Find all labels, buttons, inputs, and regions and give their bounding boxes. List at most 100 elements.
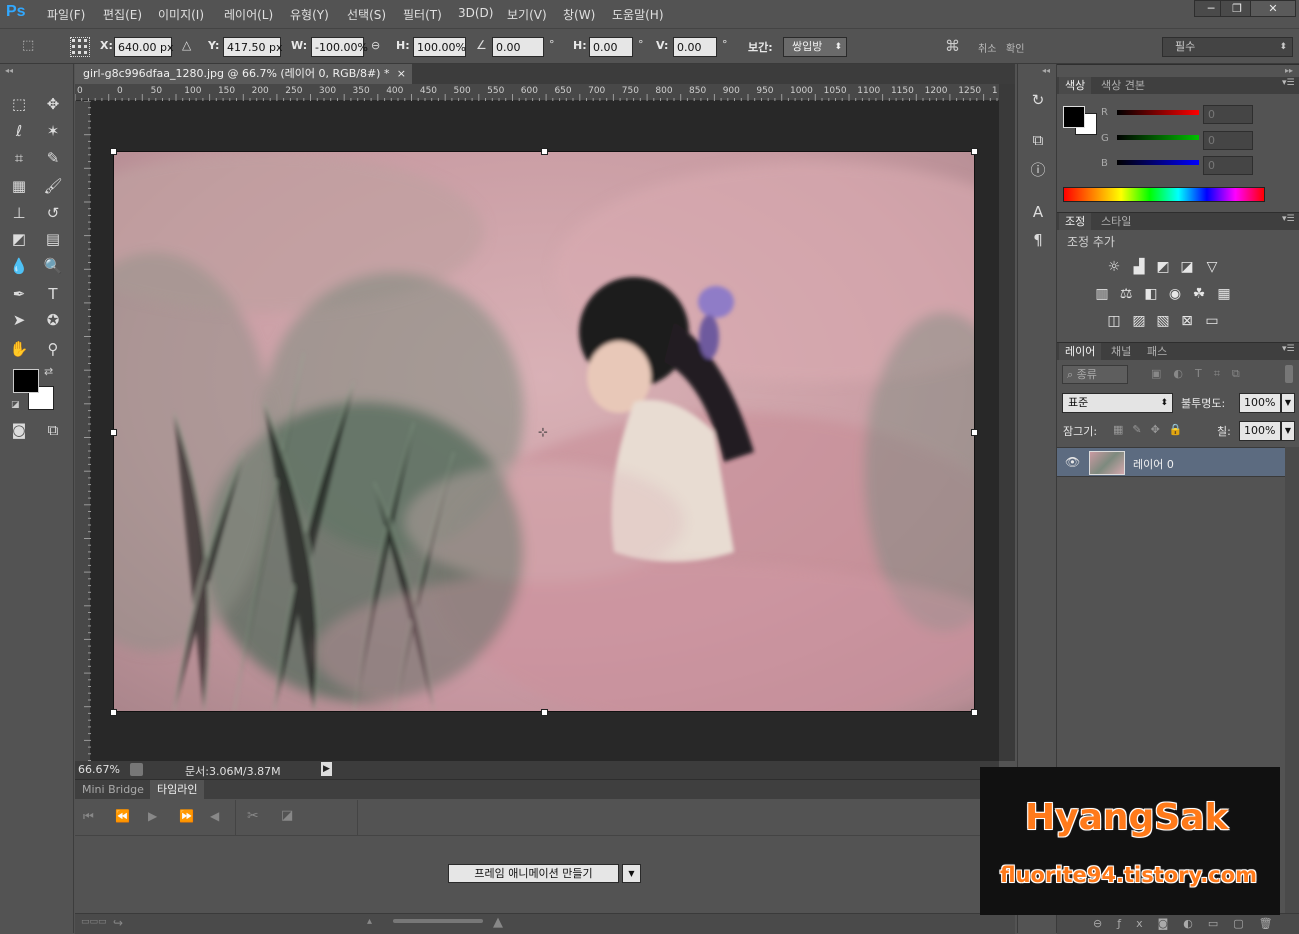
transition-icon[interactable]: ◪ xyxy=(281,808,293,823)
status-icon[interactable] xyxy=(130,763,143,776)
lasso-tool-icon[interactable]: ℓ xyxy=(6,118,32,144)
transform-handle-top-right[interactable] xyxy=(971,148,978,155)
vibrance-icon[interactable]: ▽ xyxy=(1202,257,1222,277)
tab-channels[interactable]: 채널 xyxy=(1105,343,1137,360)
photo-filter-icon[interactable]: ◉ xyxy=(1165,284,1185,304)
menu-layer[interactable]: 레이어(L) xyxy=(224,6,273,23)
layer-row[interactable]: 👁 레이어 0 xyxy=(1057,447,1285,477)
transform-handle-left[interactable] xyxy=(110,429,117,436)
transform-handle-top[interactable] xyxy=(541,148,548,155)
adjust-panel-menu-icon[interactable]: ▾☰ xyxy=(1282,214,1295,224)
screen-mode-icon[interactable]: ⧉ xyxy=(40,417,66,443)
restore-button[interactable]: ❐ xyxy=(1220,0,1254,17)
interpolation-select[interactable]: 쌍입방 ⬍ xyxy=(783,37,847,57)
blend-mode-select[interactable]: 표준 ⬍ xyxy=(1062,393,1173,413)
collapse-dock-icon[interactable]: ◂◂ xyxy=(1042,66,1050,75)
vskew-field[interactable]: 0.00 xyxy=(673,37,717,57)
dodge-tool-icon[interactable]: 🔍 xyxy=(40,253,66,279)
transform-handle-top-left[interactable] xyxy=(110,148,117,155)
layer-name[interactable]: 레이어 0 xyxy=(1133,456,1174,472)
transform-handle-bottom-right[interactable] xyxy=(971,709,978,716)
color-spectrum[interactable] xyxy=(1063,187,1265,202)
collapse-toolbar-icon[interactable]: ◂◂ xyxy=(5,66,13,75)
prev-frame-icon[interactable]: ⏪ xyxy=(115,809,130,823)
gradient-map-icon[interactable]: ▭ xyxy=(1202,311,1222,331)
menu-window[interactable]: 창(W) xyxy=(563,6,595,23)
delta-icon[interactable]: △ xyxy=(182,38,191,52)
filter-kind-select[interactable]: ⌕ 종류 xyxy=(1062,365,1128,384)
hskew-field[interactable]: 0.00 xyxy=(589,37,633,57)
play-icon[interactable]: ▶ xyxy=(148,809,157,823)
create-mode-dropdown-icon[interactable]: ▼ xyxy=(622,864,641,883)
history-brush-icon[interactable]: ↺ xyxy=(40,200,66,226)
y-field[interactable]: 417.50 px xyxy=(223,37,282,57)
first-frame-icon[interactable]: ⏮ xyxy=(83,809,94,824)
brush-tool-icon[interactable]: 🖌 xyxy=(40,173,66,199)
vertical-scrollbar[interactable] xyxy=(999,84,1015,761)
render-icon[interactable]: ↪ xyxy=(113,916,123,930)
warp-icon[interactable]: ⌘ xyxy=(945,37,960,55)
commit-transform-button[interactable]: 확인 xyxy=(1006,40,1024,55)
threshold-icon[interactable]: ▧ xyxy=(1153,311,1173,331)
close-document-icon[interactable]: × xyxy=(397,64,406,84)
r-slider[interactable] xyxy=(1117,110,1199,115)
tab-mini-bridge[interactable]: Mini Bridge xyxy=(75,780,151,799)
menu-type[interactable]: 유형(Y) xyxy=(290,6,329,23)
audio-icon[interactable]: ◀ xyxy=(210,809,219,823)
selective-color-icon[interactable]: ⊠ xyxy=(1177,311,1197,331)
fill-field[interactable]: 100% xyxy=(1239,421,1281,441)
eraser-tool-icon[interactable]: ◩ xyxy=(6,226,32,252)
document-tab[interactable]: girl-g8c996dfaa_1280.jpg @ 66.7% (레이어 0,… xyxy=(75,64,412,84)
curves-icon[interactable]: ◩ xyxy=(1153,257,1173,277)
eyedropper-icon[interactable]: ✎ xyxy=(40,145,66,171)
exposure-icon[interactable]: ◪ xyxy=(1177,257,1197,277)
shape-tool-icon[interactable]: ✪ xyxy=(40,307,66,333)
opacity-field[interactable]: 100% xyxy=(1239,393,1281,413)
path-select-icon[interactable]: ➤ xyxy=(6,307,32,333)
levels-icon[interactable]: ▟ xyxy=(1129,257,1149,277)
crop-tool-icon[interactable]: ⌗ xyxy=(6,145,32,171)
tab-color[interactable]: 색상 xyxy=(1059,77,1092,94)
swap-colors-icon[interactable]: ⇄ xyxy=(44,365,53,378)
workspace-select[interactable]: 필수 ⬍ xyxy=(1162,37,1293,57)
black-white-icon[interactable]: ◧ xyxy=(1141,284,1161,304)
zoom-out-icon[interactable]: ▴ xyxy=(367,916,372,927)
status-menu-arrow-icon[interactable]: ▶ xyxy=(321,762,332,776)
h-field[interactable]: 100.00% xyxy=(413,37,466,57)
menu-select[interactable]: 선택(S) xyxy=(347,6,386,23)
tab-paths[interactable]: 패스 xyxy=(1141,343,1173,360)
tab-layers[interactable]: 레이어 xyxy=(1059,343,1102,360)
layer-filter-icons[interactable]: ▣◐T⌗⧉ xyxy=(1151,367,1252,381)
type-tool-icon[interactable]: T xyxy=(40,281,66,307)
default-colors-icon[interactable]: ◪ xyxy=(11,400,20,410)
transform-center-icon[interactable]: ⊹ xyxy=(538,425,548,439)
angle-field[interactable]: 0.00 xyxy=(492,37,544,57)
move-tool-icon[interactable]: ✥ xyxy=(40,91,66,117)
transform-handle-right[interactable] xyxy=(971,429,978,436)
hue-saturation-icon[interactable]: ▥ xyxy=(1092,284,1112,304)
zoom-level[interactable]: 66.67% xyxy=(78,763,120,776)
g-slider[interactable] xyxy=(1117,135,1199,140)
character-icon[interactable]: A xyxy=(1026,200,1050,224)
scissors-icon[interactable]: ✂ xyxy=(247,808,259,824)
invert-icon[interactable]: ◫ xyxy=(1104,311,1124,331)
convert-icon[interactable]: ▭▭▭ xyxy=(81,917,107,927)
properties-icon[interactable]: ⧉ xyxy=(1026,128,1050,152)
visibility-eye-icon[interactable]: 👁 xyxy=(1065,455,1080,469)
g-value[interactable]: 0 xyxy=(1203,131,1253,150)
clone-stamp-icon[interactable]: ⊥ xyxy=(6,200,32,226)
layer-action-icons[interactable]: ⊖ƒx◙◐▭▢🗑 xyxy=(1093,917,1288,930)
tab-swatches[interactable]: 색상 견본 xyxy=(1095,77,1151,94)
collapse-panels-icon[interactable]: ▸▸ xyxy=(1285,66,1293,75)
r-value[interactable]: 0 xyxy=(1203,105,1253,124)
healing-brush-icon[interactable]: ▦ xyxy=(6,173,32,199)
menu-image[interactable]: 이미지(I) xyxy=(158,6,204,23)
lock-icons[interactable]: ▦✎✥🔒 xyxy=(1113,423,1192,436)
menu-filter[interactable]: 필터(T) xyxy=(403,6,442,23)
marquee-tool-icon[interactable]: ⬚ xyxy=(6,91,32,117)
zoom-tool-icon[interactable]: ⚲ xyxy=(40,336,66,362)
pen-tool-icon[interactable]: ✒ xyxy=(6,281,32,307)
transform-tool-icon[interactable]: ⬚ xyxy=(22,38,42,56)
close-button[interactable]: ✕ xyxy=(1250,0,1296,17)
zoom-slider[interactable] xyxy=(393,919,483,923)
